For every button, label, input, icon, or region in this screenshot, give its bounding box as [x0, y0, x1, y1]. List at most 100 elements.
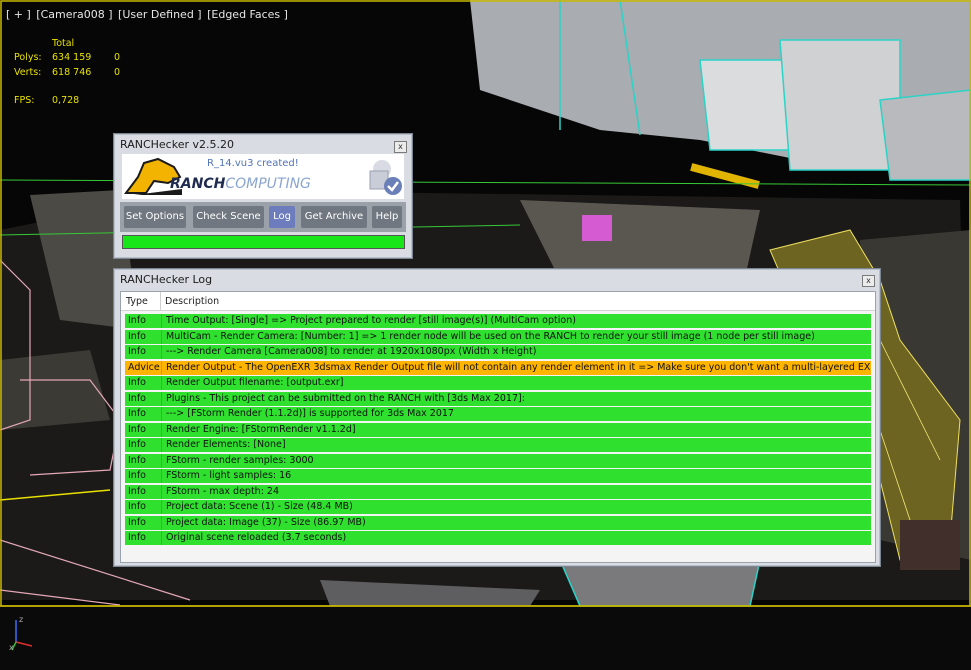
log-row-separator	[161, 407, 162, 421]
log-row-description: FStorm - max depth: 24	[166, 485, 280, 497]
stats-total-label: Total	[52, 38, 75, 49]
log-row-type: Info	[128, 439, 146, 450]
column-description[interactable]: Description	[165, 296, 219, 307]
log-row-description: Render Elements: [None]	[166, 439, 286, 450]
log-row[interactable]: Info Original scene reloaded (3.7 seconds…	[125, 531, 871, 545]
check-scene-button[interactable]: Check Scene	[193, 206, 264, 228]
viewport-menu-camera[interactable]: [Camera008 ]	[36, 8, 112, 21]
stats-verts-selected: 0	[114, 67, 121, 78]
log-title: RANCHecker Log	[120, 273, 213, 286]
viewport-menu-plus[interactable]: [ + ]	[6, 8, 31, 21]
log-row[interactable]: Info Project data: Image (37) - Size (86.…	[125, 515, 871, 530]
set-options-button[interactable]: Set Options	[124, 206, 186, 228]
log-row[interactable]: Info Render Engine: [FStormRender v1.1.2d…	[125, 422, 871, 437]
log-row-type: Info	[128, 346, 146, 357]
log-row[interactable]: Info Render Elements: [None]	[125, 438, 871, 452]
viewport-menu-shading[interactable]: [User Defined ]	[118, 8, 202, 21]
log-row-description: Project data: Scene (1) - Size (48.4 MB)	[166, 501, 353, 512]
log-row-description: Render Engine: [FStormRender v1.1.2d]	[166, 423, 356, 435]
stats-polys-label: Polys:	[14, 52, 42, 63]
ranchecker-toolbar: Set Options Check Scene Log Get Archive …	[120, 202, 406, 232]
log-row-separator	[161, 314, 162, 328]
ranch-status-text: R_14.vu3 created!	[207, 158, 299, 169]
log-row-description: FStorm - render samples: 3000	[166, 454, 314, 466]
log-row-separator	[161, 422, 162, 437]
log-close-button[interactable]: x	[862, 275, 875, 287]
log-row-separator	[161, 345, 162, 359]
log-row-type: Info	[128, 423, 146, 435]
log-row[interactable]: Info FStorm - max depth: 24	[125, 484, 871, 499]
log-row-type: Info	[128, 485, 146, 497]
log-row-separator	[161, 484, 162, 499]
axis-x-label: x	[9, 643, 14, 652]
log-row-separator	[161, 500, 162, 514]
log-row-description: ---> Render Camera [Camera008] to render…	[166, 346, 537, 357]
log-row[interactable]: Info Time Output: [Single] => Project pre…	[125, 314, 871, 328]
log-table-header: Type Description	[121, 292, 875, 311]
log-row-separator	[161, 329, 162, 344]
scene-check-icon	[369, 160, 402, 195]
log-row-separator	[161, 515, 162, 530]
stats-polys-selected: 0	[114, 52, 121, 63]
log-row-description: Render Output filename: [output.exr]	[166, 377, 344, 388]
close-icon: x	[866, 276, 871, 285]
stats-fps-value: 0,728	[52, 95, 80, 106]
ranch-logo-text: RANCHCOMPUTING	[170, 176, 311, 192]
log-row[interactable]: Info FStorm - render samples: 3000	[125, 453, 871, 468]
stats-polys-value: 634 159	[52, 52, 92, 63]
log-row-separator	[161, 376, 162, 390]
stats-verts-label: Verts:	[14, 67, 42, 78]
log-row-type: Info	[128, 532, 146, 543]
log-row[interactable]: Advice Render Output - The OpenEXR 3dsmax…	[125, 360, 871, 375]
log-row-type: Info	[128, 470, 146, 481]
log-row-separator	[161, 391, 162, 406]
log-row-description: Original scene reloaded (3.7 seconds)	[166, 532, 347, 543]
ranchecker-close-button[interactable]: x	[394, 141, 407, 153]
column-type[interactable]: Type	[126, 296, 148, 307]
log-row-type: Info	[128, 516, 146, 528]
ranchecker-title: RANCHecker v2.5.20	[120, 138, 234, 151]
log-row[interactable]: Info MultiCam - Render Camera: [Number: 1…	[125, 329, 871, 344]
ranch-banner: R_14.vu3 created! RANCHCOMPUTING	[122, 154, 404, 199]
axis-z-label: z	[19, 615, 23, 624]
ranchecker-dialog: RANCHecker v2.5.20 x R_14.vu3 created! R…	[113, 133, 413, 259]
log-row-type: Info	[128, 330, 146, 342]
log-row-type: Info	[128, 377, 146, 388]
viewport-menu-display[interactable]: [Edged Faces ]	[207, 8, 288, 21]
progress-fill	[123, 236, 404, 248]
log-row-separator	[161, 453, 162, 468]
log-row-type: Info	[128, 408, 146, 419]
log-row-type: Info	[128, 315, 146, 326]
log-row-separator	[161, 360, 162, 375]
log-row-description: MultiCam - Render Camera: [Number: 1] =>…	[166, 330, 815, 342]
log-row[interactable]: Info Plugins - This project can be submit…	[125, 391, 871, 406]
log-row-description: Render Output - The OpenEXR 3dsmax Rende…	[166, 361, 871, 373]
log-row[interactable]: Info Project data: Scene (1) - Size (48.4…	[125, 500, 871, 514]
ranch-logo-ranch: RANCH	[170, 176, 226, 192]
axis-gizmo-icon: z x	[9, 615, 33, 652]
log-row[interactable]: Info ---> [FStorm Render (1.1.2d)] is sup…	[125, 407, 871, 421]
log-button[interactable]: Log	[269, 206, 295, 228]
log-row-description: Project data: Image (37) - Size (86.97 M…	[166, 516, 366, 528]
log-row-type: Info	[128, 392, 146, 404]
log-row-type: Info	[128, 501, 146, 512]
log-row[interactable]: Info ---> Render Camera [Camera008] to re…	[125, 345, 871, 359]
log-row-description: Plugins - This project can be submitted …	[166, 392, 525, 404]
log-row-description: Time Output: [Single] => Project prepare…	[166, 315, 576, 326]
stats-fps-label: FPS:	[14, 95, 35, 106]
log-row[interactable]: Info Render Output filename: [output.exr]	[125, 376, 871, 390]
close-icon: x	[398, 142, 403, 151]
log-row-type: Advice	[128, 361, 160, 373]
help-button[interactable]: Help	[372, 206, 402, 228]
log-row-separator	[161, 531, 162, 545]
viewport-label[interactable]: [ + ] [Camera008 ] [User Defined ] [Edge…	[6, 8, 290, 21]
log-row[interactable]: Info FStorm - light samples: 16	[125, 469, 871, 483]
ranch-logo-computing: COMPUTING	[225, 176, 311, 192]
get-archive-button[interactable]: Get Archive	[301, 206, 367, 228]
check-progress-bar	[122, 235, 405, 249]
log-row-type: Info	[128, 454, 146, 466]
log-table[interactable]: Type Description Info Time Output: [Singl…	[120, 291, 876, 563]
stats-verts-value: 618 746	[52, 67, 92, 78]
log-row-description: FStorm - light samples: 16	[166, 470, 292, 481]
log-row-separator	[161, 438, 162, 452]
